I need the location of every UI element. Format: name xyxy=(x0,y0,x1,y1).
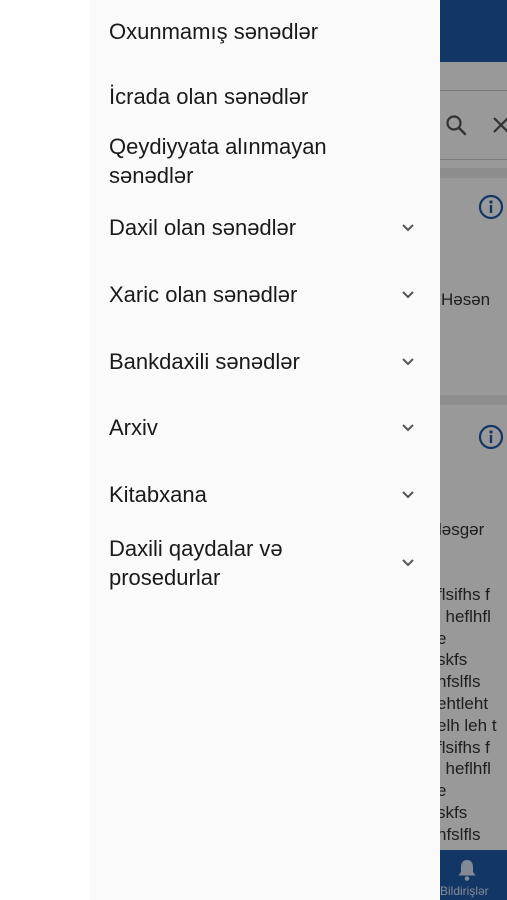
chevron-down-icon[interactable] xyxy=(399,554,417,572)
menu-item-incoming-documents[interactable]: Daxil olan sənədlər xyxy=(109,213,429,242)
menu-item-outgoing-documents[interactable]: Xaric olan sənədlər xyxy=(109,280,429,309)
menu-item-internal-rules-and-procedures[interactable]: Daxili qaydalar və prosedurlar xyxy=(109,534,429,592)
menu-item-library[interactable]: Kitabxana xyxy=(109,480,429,509)
menu-item-documents-in-progress[interactable]: İcrada olan sənədlər xyxy=(109,82,429,111)
chevron-down-icon[interactable] xyxy=(399,219,417,237)
menu-item-label: Arxiv xyxy=(109,415,158,440)
menu-item-unregistered-documents[interactable]: Qeydiyyata alınmayan sənədlər xyxy=(109,132,429,190)
chevron-down-icon[interactable] xyxy=(399,486,417,504)
menu-item-label: Xaric olan sənədlər xyxy=(109,282,298,307)
menu-item-archive[interactable]: Arxiv xyxy=(109,413,429,442)
menu-item-label: Kitabxana xyxy=(109,482,207,507)
menu-item-label: Qeydiyyata alınmayan sənədlər xyxy=(109,134,327,188)
menu-item-label: İcrada olan sənədlər xyxy=(109,84,309,109)
chevron-down-icon[interactable] xyxy=(399,353,417,371)
menu-item-label: Bankdaxili sənədlər xyxy=(109,349,300,374)
navigation-drawer: Oxunmamış sənədlər İcrada olan sənədlər … xyxy=(0,0,440,900)
chevron-down-icon[interactable] xyxy=(399,419,417,437)
menu-item-label: Daxili qaydalar və prosedurlar xyxy=(109,536,283,590)
drawer-gutter xyxy=(0,0,90,900)
chevron-down-icon[interactable] xyxy=(399,286,417,304)
menu-item-unread-documents[interactable]: Oxunmamış sənədlər xyxy=(109,17,429,46)
menu-item-internal-bank-documents[interactable]: Bankdaxili sənədlər xyxy=(109,347,429,376)
menu-item-label: Daxil olan sənədlər xyxy=(109,215,297,240)
menu-item-label: Oxunmamış sənədlər xyxy=(109,19,319,44)
